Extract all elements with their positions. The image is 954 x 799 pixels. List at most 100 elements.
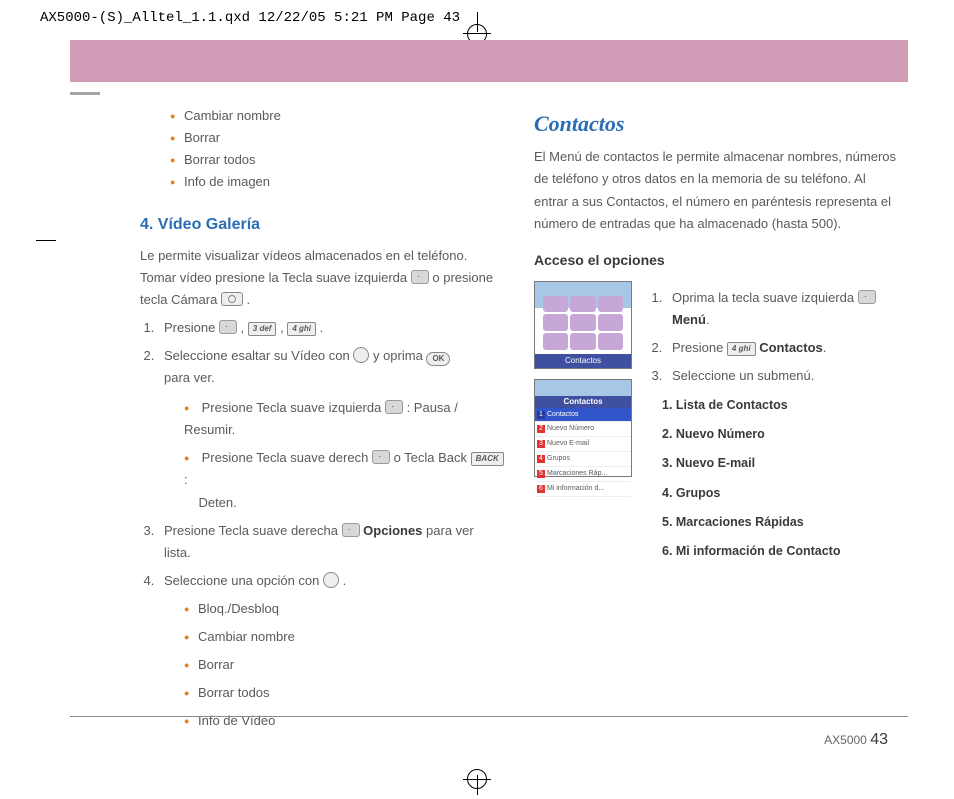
left-softkey-icon [385, 400, 403, 414]
header-bar [70, 40, 908, 82]
nav-key-icon [323, 572, 339, 588]
page-number: 43 [870, 731, 888, 748]
crop-mark [463, 779, 491, 780]
text: Seleccione una opción con [164, 573, 323, 588]
text: . [343, 573, 347, 588]
footer-rule [70, 716, 908, 717]
text: , [241, 320, 248, 335]
screenshot-row: 5Marcaciones Ráp... [535, 467, 631, 482]
back-key-icon: BACK [471, 452, 504, 466]
list-item: Cambiar nombre [178, 626, 504, 648]
section-title-contactos: Contactos [534, 105, 898, 142]
screenshot-row: 1Contactos [535, 408, 631, 423]
phone-screenshot-menu: Contactos [534, 281, 632, 369]
text: . [247, 292, 251, 307]
list-item: Cambiar nombre [170, 105, 504, 127]
text: : [184, 472, 188, 487]
options-list-1: Cambiar nombre Borrar Borrar todos Info … [140, 105, 504, 193]
text: tecla Cámara [140, 292, 221, 307]
paragraph: Le permite visualizar vídeos almacenados… [140, 245, 504, 311]
step-1: Oprima la tecla suave izquierda Menú. [666, 287, 898, 331]
screenshot-label: Contactos [535, 354, 631, 368]
text: . [320, 320, 324, 335]
model-label: AX5000 [824, 733, 867, 747]
list-item: Bloq./Desbloq [178, 598, 504, 620]
text: Le permite visualizar vídeos almacenados… [140, 248, 467, 263]
page-frame: Cambiar nombre Borrar Borrar todos Info … [60, 40, 918, 759]
text: y oprima [373, 348, 426, 363]
steps-list: Presione , 3 def , 4 ghi . Seleccione es… [140, 317, 504, 733]
text: Deten. [198, 495, 236, 510]
screenshot-banner: Contactos [535, 396, 631, 408]
text: Contactos [759, 340, 823, 355]
text: , [280, 320, 287, 335]
text: Presione [164, 320, 219, 335]
sub-list: Presione Tecla suave izquierda : Pausa /… [164, 397, 504, 513]
key-3-icon: 3 def [248, 322, 277, 336]
list-item: Presione Tecla suave izquierda : Pausa /… [178, 397, 504, 441]
submenu-item: 2. Nuevo Número [662, 424, 898, 445]
list-item: Borrar todos [170, 149, 504, 171]
step-3: Seleccione un submenú. [666, 365, 898, 387]
text: Tomar vídeo presione la Tecla suave izqu… [140, 270, 411, 285]
text: para ver. [164, 370, 215, 385]
step-2: Presione 4 ghi Contactos. [666, 337, 898, 359]
steps-block: Oprima la tecla suave izquierda Menú. Pr… [648, 281, 898, 571]
section-heading-video-galeria: 4. Vídeo Galería [140, 211, 504, 238]
key-4-icon: 4 ghi [287, 322, 316, 336]
nav-key-icon [353, 347, 369, 363]
screenshots-column: Contactos Contactos 1Contactos 2Nuevo Nú… [534, 281, 634, 477]
left-softkey-icon [858, 290, 876, 304]
screenshot-row: 3Nuevo E-mail [535, 437, 631, 452]
subheading-acceso-opciones: Acceso el opciones [534, 249, 898, 273]
right-column: Contactos El Menú de contactos le permit… [534, 105, 898, 738]
text: . [706, 312, 710, 327]
submenu-item: 4. Grupos [662, 483, 898, 504]
text: Presione Tecla suave derech [202, 450, 372, 465]
submenu-list: 1. Lista de Contactos 2. Nuevo Número 3.… [648, 395, 898, 563]
step-4: Seleccione una opción con . Bloq./Desblo… [158, 570, 504, 733]
step-3: Presione Tecla suave derecha Opciones pa… [158, 520, 504, 564]
crop-mark [463, 33, 491, 34]
list-item: Info de imagen [170, 171, 504, 193]
submenu-item: 3. Nuevo E-mail [662, 453, 898, 474]
submenu-item: 5. Marcaciones Rápidas [662, 512, 898, 533]
text: Presione [672, 340, 727, 355]
list-item: Borrar [170, 127, 504, 149]
text: Opciones [363, 523, 422, 538]
step-2: Seleccione esaltar su Vídeo con y oprima… [158, 345, 504, 514]
page-footer: AX5000 43 [824, 731, 888, 749]
list-item: Borrar [178, 654, 504, 676]
step-1: Presione , 3 def , 4 ghi . [158, 317, 504, 339]
softkey-icon [219, 320, 237, 334]
text: Menú [672, 312, 706, 327]
content-area: Cambiar nombre Borrar Borrar todos Info … [60, 95, 918, 738]
steps-list: Oprima la tecla suave izquierda Menú. Pr… [648, 287, 898, 387]
right-softkey-icon [342, 523, 360, 537]
intro-paragraph: El Menú de contactos le permite almacena… [534, 146, 898, 234]
list-item: Presione Tecla suave derech o Tecla Back… [178, 447, 504, 513]
ok-key-icon: OK [426, 352, 450, 366]
phone-screenshot-contactos: Contactos 1Contactos 2Nuevo Número 3Nuev… [534, 379, 632, 477]
right-softkey-icon [372, 450, 390, 464]
left-softkey-icon [411, 270, 429, 284]
text: o presione [432, 270, 493, 285]
key-4-icon: 4 ghi [727, 342, 756, 356]
text: . [823, 340, 827, 355]
list-item: Info de Vídeo [178, 710, 504, 732]
text: Presione Tecla suave izquierda [202, 400, 385, 415]
text: Presione Tecla suave derecha [164, 523, 342, 538]
text: Seleccione esaltar su Vídeo con [164, 348, 353, 363]
camera-key-icon [221, 292, 243, 306]
screenshot-row: 2Nuevo Número [535, 422, 631, 437]
left-column: Cambiar nombre Borrar Borrar todos Info … [140, 105, 504, 738]
screenshot-row: 4Grupos [535, 452, 631, 467]
submenu-item: 6. Mi información de Contacto [662, 541, 898, 562]
submenu-item: 1. Lista de Contactos [662, 395, 898, 416]
crop-mark [36, 240, 56, 241]
text: Oprima la tecla suave izquierda [672, 290, 858, 305]
list-item: Borrar todos [178, 682, 504, 704]
text: o Tecla Back [394, 450, 471, 465]
screenshot-row: 6Mi información d... [535, 482, 631, 497]
options-list-2: Bloq./Desbloq Cambiar nombre Borrar Borr… [164, 598, 504, 732]
